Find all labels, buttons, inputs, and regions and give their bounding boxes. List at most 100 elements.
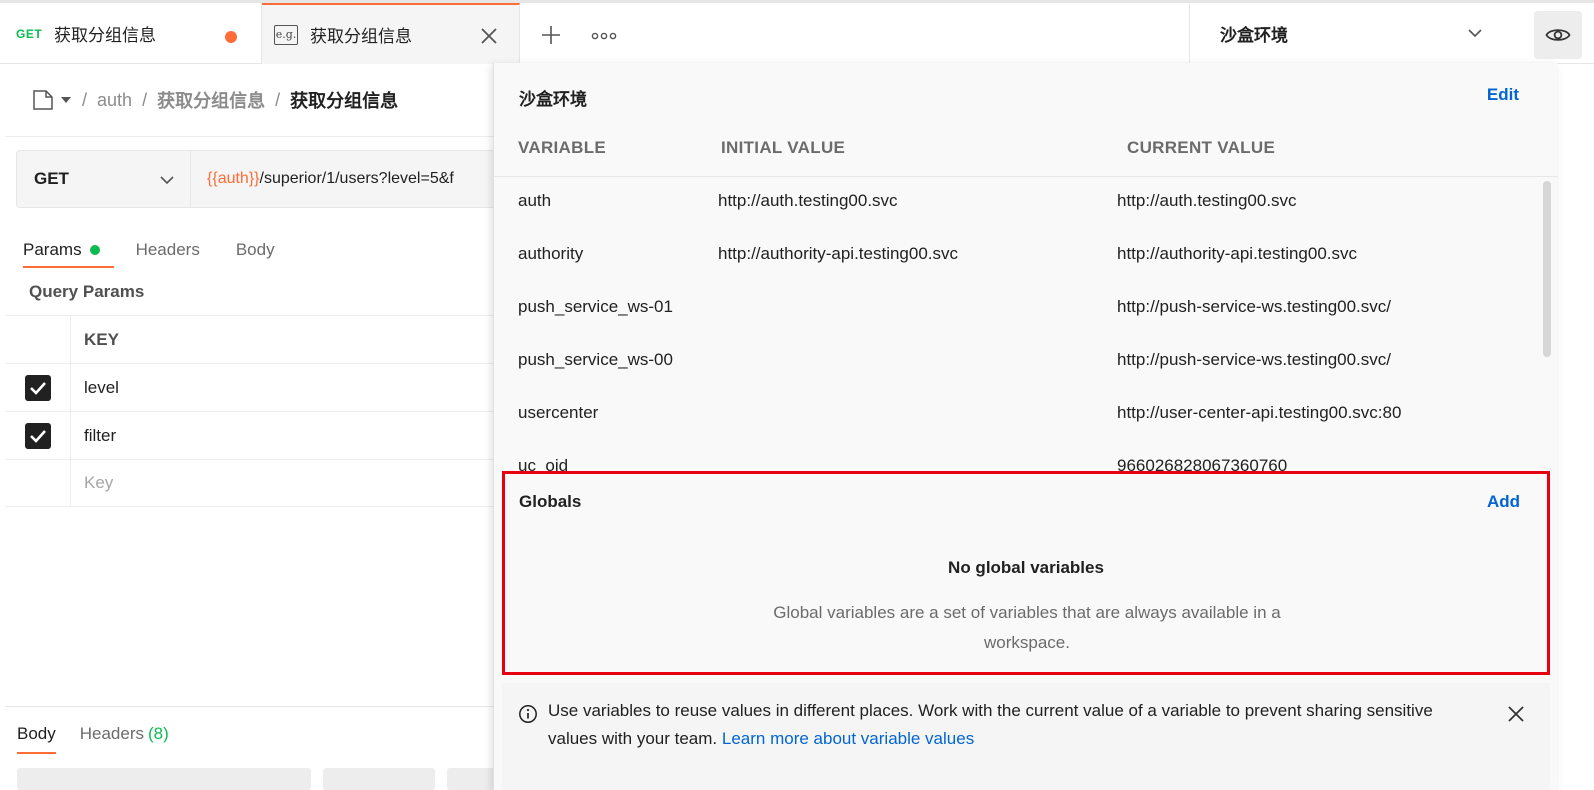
tab-title: 获取分组信息 xyxy=(54,26,156,45)
variable-current-value: http://push-service-ws.testing00.svc/ xyxy=(1117,350,1392,369)
response-view-toggle[interactable] xyxy=(17,768,311,790)
key-column-header: KEY xyxy=(84,329,119,349)
globals-section: Globals Add No global variables Global v… xyxy=(502,471,1550,675)
response-toolbar xyxy=(17,768,497,790)
tab-body-label: Body xyxy=(235,240,275,259)
eye-icon xyxy=(1545,29,1571,41)
method-select[interactable]: GET xyxy=(17,151,191,207)
request-tab-2[interactable]: e.g. 获取分组信息 xyxy=(262,3,520,64)
param-key[interactable]: filter xyxy=(71,426,116,446)
tab-title: 获取分组信息 xyxy=(310,27,412,46)
breadcrumb-separator: / xyxy=(142,89,148,110)
tab-response-body-label: Body xyxy=(17,724,56,743)
close-icon[interactable] xyxy=(1507,705,1525,723)
environment-quick-look: 沙盒环境 Edit VARIABLE INITIAL VALUE CURRENT… xyxy=(493,63,1558,790)
checkbox-cell xyxy=(5,364,71,411)
tab-method-label: GET xyxy=(16,26,43,41)
environment-name: 沙盒环境 xyxy=(1220,26,1288,45)
checkmark-icon xyxy=(29,429,46,443)
plus-icon[interactable] xyxy=(540,24,562,46)
variable-current-value: http://authority-api.testing00.svc xyxy=(1117,244,1358,263)
unsaved-indicator xyxy=(225,31,237,43)
url-input[interactable]: {{auth}}/superior/1/users?level=5&f xyxy=(191,170,454,188)
params-indicator xyxy=(89,245,100,255)
headers-count: (8) xyxy=(148,724,169,743)
tab-params-label: Params xyxy=(23,240,82,259)
info-text: Use variables to reuse values in differe… xyxy=(548,697,1478,753)
initial-value-column-header: INITIAL VALUE xyxy=(721,138,846,157)
edit-environment-link[interactable]: Edit xyxy=(1487,85,1519,105)
variable-initial-value: http://authority-api.testing00.svc xyxy=(718,244,959,263)
response-tabs: Body Headers (8) xyxy=(17,716,169,754)
tab-response-headers-label: Headers xyxy=(79,724,145,743)
variable-row: push_service_ws-00 http://push-service-w… xyxy=(494,336,1534,389)
environment-select[interactable]: 沙盒环境 xyxy=(1189,3,1531,64)
tab-response-body[interactable]: Body xyxy=(17,716,56,754)
environment-quick-look-button[interactable] xyxy=(1534,11,1582,59)
caret-down-icon[interactable] xyxy=(60,96,72,104)
info-icon xyxy=(519,705,537,723)
variable-current-value: http://auth.testing00.svc xyxy=(1117,191,1297,210)
globals-title: Globals xyxy=(519,492,582,511)
param-key[interactable]: level xyxy=(71,378,119,398)
url-bar: GET {{auth}}/superior/1/users?level=5&f xyxy=(16,150,506,208)
empty-state-title: No global variables xyxy=(948,558,1104,577)
info-message: Use variables to reuse values in differe… xyxy=(548,701,1433,748)
breadcrumb-current[interactable]: 获取分组信息 xyxy=(290,87,398,113)
request-tabs: Params Headers Body xyxy=(23,232,275,268)
request-tab-1[interactable]: GET 获取分组信息 xyxy=(0,3,262,64)
learn-more-link[interactable]: Learn more about variable values xyxy=(722,729,974,748)
tab-body[interactable]: Body xyxy=(236,232,275,268)
response-wrap-button[interactable] xyxy=(447,768,497,790)
key-input[interactable]: Key xyxy=(71,473,113,493)
info-banner: Use variables to reuse values in differe… xyxy=(502,683,1550,790)
empty-state-description: Global variables are a set of variables … xyxy=(773,603,1281,652)
tab-headers[interactable]: Headers xyxy=(136,232,200,268)
checkbox-cell xyxy=(5,460,71,506)
variable-column-header: VARIABLE xyxy=(518,138,607,157)
response-divider[interactable] xyxy=(5,706,495,707)
param-checkbox[interactable] xyxy=(24,374,51,401)
tab-headers-label: Headers xyxy=(135,240,200,259)
url-path: /superior/1/users?level=5&f xyxy=(259,170,454,187)
current-value-column-header: CURRENT VALUE xyxy=(1127,138,1276,157)
response-format-select[interactable] xyxy=(323,768,435,790)
breadcrumb-separator: / xyxy=(275,89,281,110)
variable-row: push_service_ws-01 http://push-service-w… xyxy=(494,283,1534,336)
check-column-header xyxy=(5,316,71,363)
tab-params[interactable]: Params xyxy=(23,232,114,268)
table-row: filter xyxy=(5,411,495,459)
tab-response-headers[interactable]: Headers (8) xyxy=(80,716,169,752)
breadcrumb-collection[interactable]: auth xyxy=(97,90,132,111)
breadcrumb-separator: / xyxy=(82,89,88,110)
query-params-title: Query Params xyxy=(29,282,145,301)
variable-current-value: 966026828067360760 xyxy=(1117,456,1288,472)
request-file-icon xyxy=(33,90,53,110)
tab-bar: GET 获取分组信息 e.g. 获取分组信息 沙盒环境 xyxy=(0,0,1594,64)
close-icon[interactable] xyxy=(477,24,501,48)
params-table: KEY level filter Key xyxy=(5,315,495,507)
example-icon: e.g. xyxy=(274,24,298,45)
chevron-down-icon xyxy=(1468,29,1482,38)
variable-name: usercenter xyxy=(518,403,599,422)
more-icon[interactable] xyxy=(591,31,617,41)
variable-current-value: http://user-center-api.testing00.svc:80 xyxy=(1117,403,1402,422)
variables-list[interactable]: auth http://auth.testing00.svc http://au… xyxy=(494,176,1558,472)
chevron-down-icon xyxy=(160,176,174,185)
variable-row: auth http://auth.testing00.svc http://au… xyxy=(494,177,1534,230)
variable-row: usercenter http://user-center-api.testin… xyxy=(494,389,1534,442)
params-header-row: KEY xyxy=(5,315,495,363)
url-variable: {{auth}} xyxy=(207,170,260,187)
table-row: level xyxy=(5,363,495,411)
param-checkbox[interactable] xyxy=(24,422,51,449)
breadcrumb: / auth / 获取分组信息 / 获取分组信息 xyxy=(32,86,398,114)
add-global-link[interactable]: Add xyxy=(1487,492,1520,512)
checkbox-cell xyxy=(5,412,71,459)
breadcrumb-folder[interactable]: 获取分组信息 xyxy=(157,87,265,113)
variable-name: uc_oid xyxy=(518,456,569,472)
divider xyxy=(5,136,495,137)
method-label: GET xyxy=(34,169,69,188)
variable-row: authority http://authority-api.testing00… xyxy=(494,230,1534,283)
variable-name: auth xyxy=(518,191,552,210)
scrollbar[interactable] xyxy=(1543,181,1551,357)
